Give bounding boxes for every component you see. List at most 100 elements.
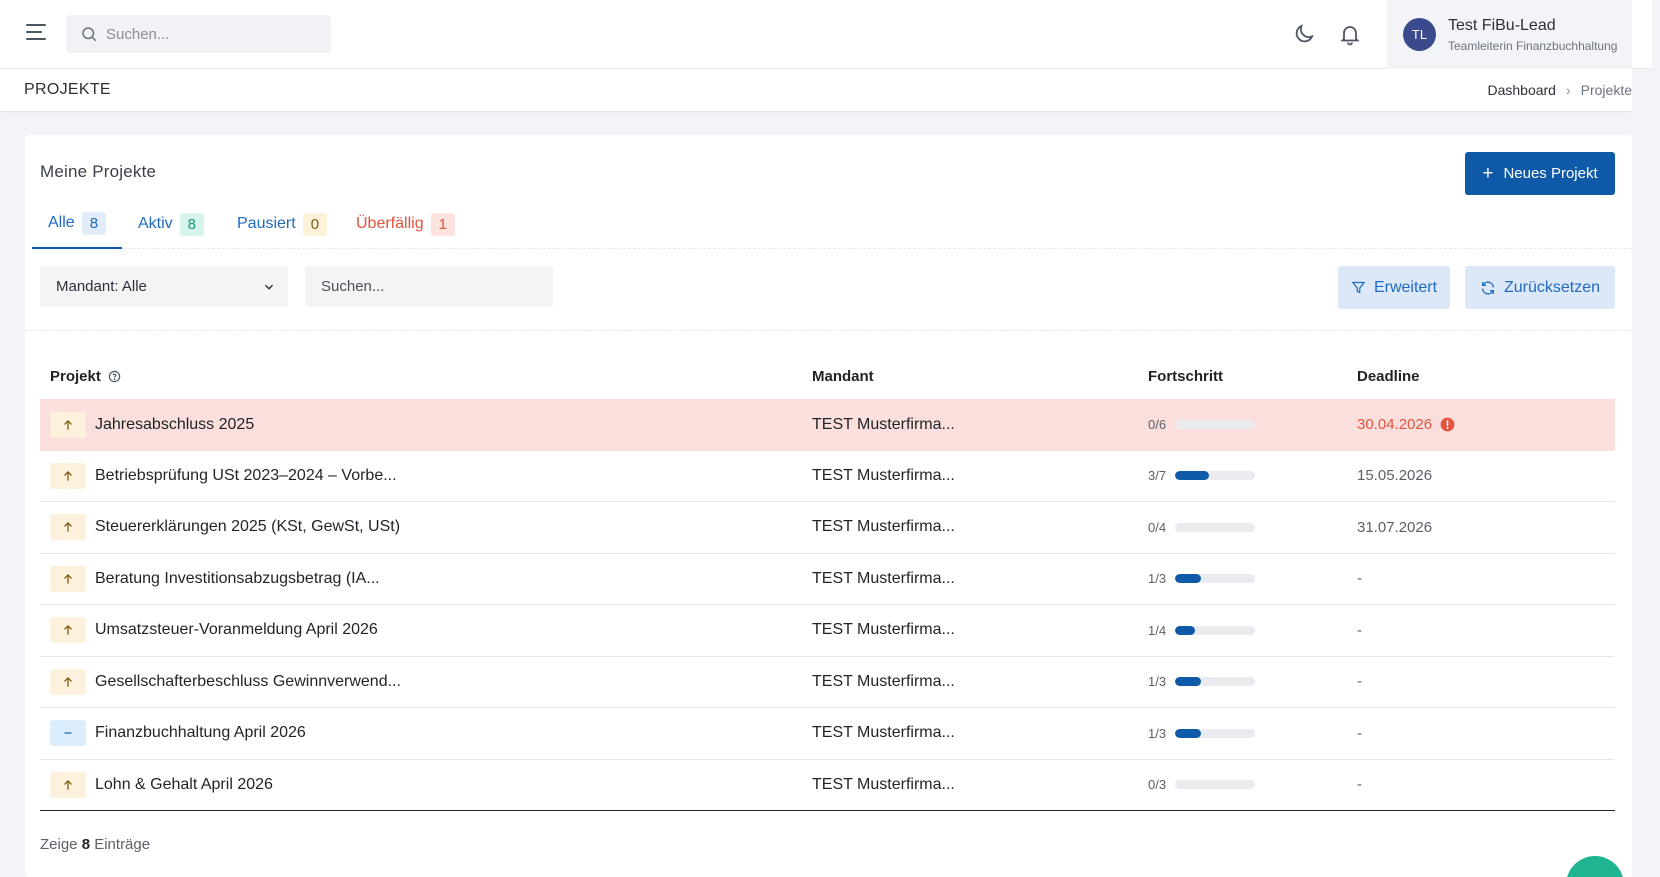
table-row[interactable]: Finanzbuchhaltung April 2026 TEST Musterf…: [40, 708, 1615, 760]
mandant-cell: TEST Musterfirma...: [812, 775, 955, 793]
progress-fill: [1175, 677, 1202, 687]
tab-label: Alle: [48, 214, 75, 231]
progress-text: 0/3: [1148, 777, 1167, 793]
column-header-mandant[interactable]: Mandant: [812, 368, 1148, 385]
deadline-value: -: [1357, 621, 1362, 639]
advanced-filter-button[interactable]: Erweitert: [1338, 266, 1450, 309]
progress-text: 0/4: [1148, 519, 1167, 535]
deadline-cell: 15.05.2026: [1357, 467, 1615, 484]
user-role: Teamleiterin Finanzbuchhaltung: [1448, 38, 1618, 53]
project-name[interactable]: Beratung Investitionsabzugsbetrag (IA...: [95, 570, 380, 588]
progress-bar: [1175, 420, 1255, 430]
table-row[interactable]: Jahresabschluss 2025 TEST Musterfirma... 0…: [40, 399, 1615, 451]
progress-indicator: 0/4: [1148, 520, 1357, 535]
mandant-select[interactable]: Mandant: Alle: [40, 266, 288, 307]
deadline-value: -: [1357, 673, 1362, 691]
breadcrumb: Dashboard › Projekte: [1487, 82, 1632, 98]
progress-text: 1/3: [1148, 674, 1167, 690]
column-header-deadline[interactable]: Deadline: [1357, 368, 1615, 385]
help-circle-icon[interactable]: [108, 370, 121, 383]
entries-number: 8: [81, 836, 91, 853]
moon-icon[interactable]: [1292, 22, 1316, 46]
hamburger-icon[interactable]: [26, 24, 52, 44]
global-search[interactable]: [66, 15, 331, 53]
global-search-input[interactable]: [106, 25, 306, 43]
deadline-cell: -: [1357, 622, 1615, 639]
user-name: Test FiBu-Lead: [1448, 16, 1556, 34]
new-project-button[interactable]: + Neues Projekt: [1465, 152, 1615, 195]
alert-circle-icon: [1440, 417, 1455, 432]
column-header-project[interactable]: Projekt: [50, 368, 101, 385]
tab-label: Überfällig: [356, 215, 424, 232]
project-search-input[interactable]: [321, 278, 541, 295]
progress-bar: [1175, 728, 1255, 738]
progress-text: 0/6: [1148, 417, 1167, 433]
tab-count-badge: 8: [179, 212, 205, 236]
tab-alle[interactable]: Alle 8: [32, 199, 123, 249]
reset-label: Zurücksetzen: [1503, 278, 1601, 296]
deadline-value: -: [1357, 570, 1362, 588]
breadcrumb-home[interactable]: Dashboard: [1487, 82, 1556, 98]
mandant-cell: TEST Musterfirma...: [812, 724, 955, 742]
minus-icon: [50, 720, 86, 747]
reset-button[interactable]: Zurücksetzen: [1465, 266, 1615, 309]
mandant-cell: TEST Musterfirma...: [812, 621, 955, 639]
project-name[interactable]: Umsatzsteuer-Voranmeldung April 2026: [95, 621, 378, 639]
page-title: PROJEKTE: [24, 81, 111, 98]
progress-indicator: 0/6: [1148, 417, 1357, 432]
arrow-up-icon: [50, 771, 86, 798]
deadline-value: 31.07.2026: [1357, 518, 1433, 536]
mandant-select-value: Mandant: Alle: [56, 278, 147, 295]
advanced-filter-label: Erweitert: [1373, 278, 1438, 296]
progress-bar: [1175, 780, 1255, 790]
column-header-progress[interactable]: Fortschritt: [1148, 368, 1357, 385]
progress-text: 1/3: [1148, 725, 1167, 741]
tab-aktiv[interactable]: Aktiv 8: [122, 199, 220, 249]
project-name[interactable]: Steuererklärungen 2025 (KSt, GewSt, USt): [95, 518, 400, 536]
tab-count-badge: 8: [81, 211, 107, 235]
card-title: Meine Projekte: [40, 162, 157, 181]
entries-suffix: Einträge: [94, 836, 151, 853]
mandant-cell: TEST Musterfirma...: [812, 518, 955, 536]
table-row[interactable]: Gesellschafterbeschluss Gewinnverwend...…: [40, 657, 1615, 708]
table-row[interactable]: Lohn & Gehalt April 2026 TEST Musterfirma…: [40, 760, 1615, 811]
scrollbar[interactable]: [1652, 0, 1660, 877]
project-name[interactable]: Finanzbuchhaltung April 2026: [95, 724, 306, 742]
deadline-cell: 31.07.2026: [1357, 519, 1615, 536]
breadcrumb-current: Projekte: [1580, 82, 1632, 98]
table-row[interactable]: Beratung Investitionsabzugsbetrag (IA...…: [40, 554, 1615, 605]
table-row[interactable]: Steuererklärungen 2025 (KSt, GewSt, USt)…: [40, 502, 1615, 554]
deadline-cell: 30.04.2026: [1357, 416, 1615, 433]
search-icon: [82, 27, 97, 42]
projects-table: Projekt Mandant Fortschritt Deadline Jah…: [40, 353, 1615, 811]
mandant-cell: TEST Musterfirma...: [812, 466, 955, 484]
project-name[interactable]: Lohn & Gehalt April 2026: [95, 776, 273, 794]
refresh-icon: [1481, 280, 1494, 295]
tab-count-badge: 0: [302, 212, 328, 236]
project-name[interactable]: Jahresabschluss 2025: [95, 416, 254, 434]
tab-pausiert[interactable]: Pausiert 0: [221, 199, 343, 249]
table-row[interactable]: Umsatzsteuer-Voranmeldung April 2026 TEST…: [40, 605, 1615, 657]
table-row[interactable]: Betriebsprüfung USt 2023–2024 – Vorbe...…: [40, 451, 1615, 502]
bell-icon[interactable]: [1338, 22, 1362, 46]
project-name[interactable]: Gesellschafterbeschluss Gewinnverwend...: [95, 673, 401, 691]
tab-label: Aktiv: [138, 215, 173, 232]
project-name[interactable]: Betriebsprüfung USt 2023–2024 – Vorbe...: [95, 467, 397, 485]
entries-count: Zeige 8 Einträge: [40, 836, 150, 853]
arrow-up-icon: [50, 565, 86, 592]
tab-ueberfaellig[interactable]: Überfällig 1: [340, 199, 471, 249]
project-search[interactable]: [305, 266, 553, 307]
arrow-up-icon: [50, 462, 86, 489]
page-header: PROJEKTE Dashboard › Projekte: [0, 69, 1632, 112]
progress-indicator: 0/3: [1148, 777, 1357, 792]
progress-fill: [1175, 728, 1202, 738]
status-tabs: Alle 8 Aktiv 8 Pausiert 0 Überfällig 1: [32, 199, 1632, 249]
new-project-label: Neues Projekt: [1503, 165, 1598, 182]
arrow-up-icon: [50, 617, 86, 644]
filter-icon: [1351, 281, 1366, 294]
progress-bar: [1175, 574, 1255, 584]
progress-indicator: 1/3: [1148, 674, 1357, 689]
user-menu[interactable]: TL Test FiBu-Lead Teamleiterin Finanzbuc…: [1387, 0, 1632, 69]
arrow-up-icon: [50, 411, 86, 438]
deadline-value: -: [1357, 776, 1362, 794]
